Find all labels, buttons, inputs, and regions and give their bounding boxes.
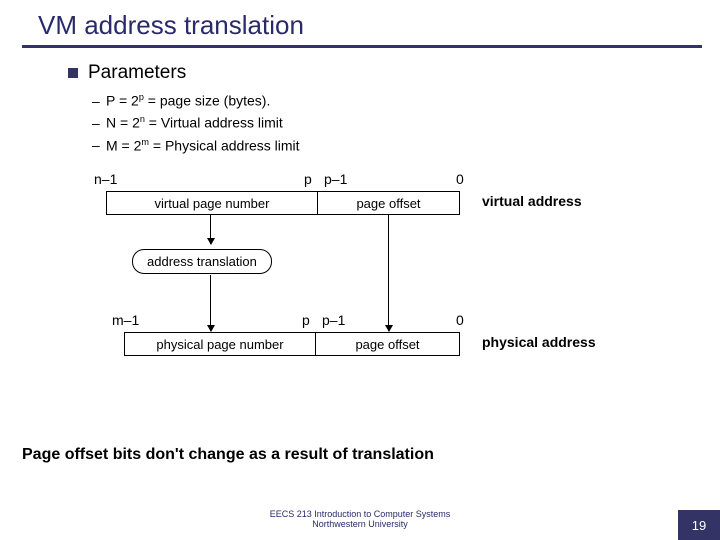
pa-index-high: m–1	[112, 312, 139, 328]
page-number: 19	[678, 510, 720, 540]
va-index-p: p	[304, 171, 312, 187]
arrow-icon	[210, 214, 211, 244]
pa-index-p1: p–1	[322, 312, 345, 328]
va-vpn: virtual page number	[107, 192, 318, 214]
bullet-text: Parameters	[88, 62, 186, 84]
va-box: virtual page number page offset	[106, 191, 460, 215]
translation-diagram: n–1 p p–1 0 virtual page number page off…	[62, 171, 696, 391]
slide-title: VM address translation	[0, 0, 720, 45]
addr-translation-box: address translation	[132, 249, 272, 274]
va-offset: page offset	[318, 192, 459, 214]
va-index-zero: 0	[456, 171, 464, 187]
va-label: virtual address	[482, 193, 582, 209]
footer-line2: Northwestern University	[0, 520, 720, 530]
arrow-icon	[388, 214, 389, 331]
note: Page offset bits don't change as a resul…	[22, 446, 434, 464]
bullet-icon	[68, 68, 78, 78]
footer: EECS 213 Introduction to Computer System…	[0, 510, 720, 530]
arrow-icon	[210, 275, 211, 331]
pa-offset: page offset	[316, 333, 459, 355]
va-index-high: n–1	[94, 171, 117, 187]
sub-item: –N = 2n = Virtual address limit	[92, 112, 696, 134]
slide-body: Parameters –P = 2p = page size (bytes). …	[0, 48, 720, 391]
pa-label: physical address	[482, 334, 596, 350]
pa-index-zero: 0	[456, 312, 464, 328]
bullet-row: Parameters	[68, 62, 696, 84]
va-index-p1: p–1	[324, 171, 347, 187]
sub-item: –P = 2p = page size (bytes).	[92, 90, 696, 112]
pa-box: physical page number page offset	[124, 332, 460, 356]
pa-index-p: p	[302, 312, 310, 328]
sub-item: –M = 2m = Physical address limit	[92, 135, 696, 157]
sub-list: –P = 2p = page size (bytes). –N = 2n = V…	[92, 90, 696, 157]
pa-ppn: physical page number	[125, 333, 316, 355]
